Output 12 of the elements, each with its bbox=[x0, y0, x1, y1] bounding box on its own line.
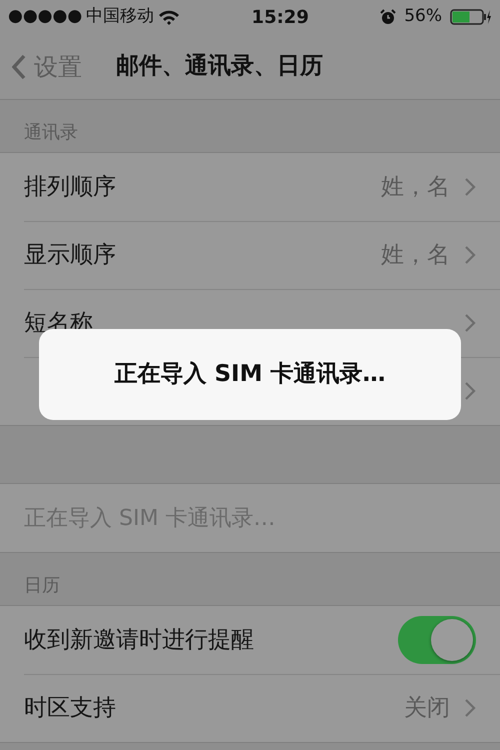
row-label: 时区支持 bbox=[24, 694, 116, 723]
row-value: 姓，名 bbox=[381, 240, 450, 270]
status-time: 15:29 bbox=[252, 6, 309, 30]
row-label: 收到新邀请时进行提醒 bbox=[24, 626, 254, 655]
row-value: 关闭 bbox=[404, 694, 450, 723]
battery-percent: 56% bbox=[404, 5, 442, 28]
row-label: 显示顺序 bbox=[24, 240, 116, 270]
carrier-name: 中国移动 bbox=[86, 5, 154, 28]
signal-dots: ●●●●● bbox=[8, 5, 82, 28]
page-title: 邮件、通讯录、日历 bbox=[116, 52, 323, 82]
row-label: 排列顺序 bbox=[24, 172, 116, 202]
row-value: 姓，名 bbox=[381, 172, 450, 202]
